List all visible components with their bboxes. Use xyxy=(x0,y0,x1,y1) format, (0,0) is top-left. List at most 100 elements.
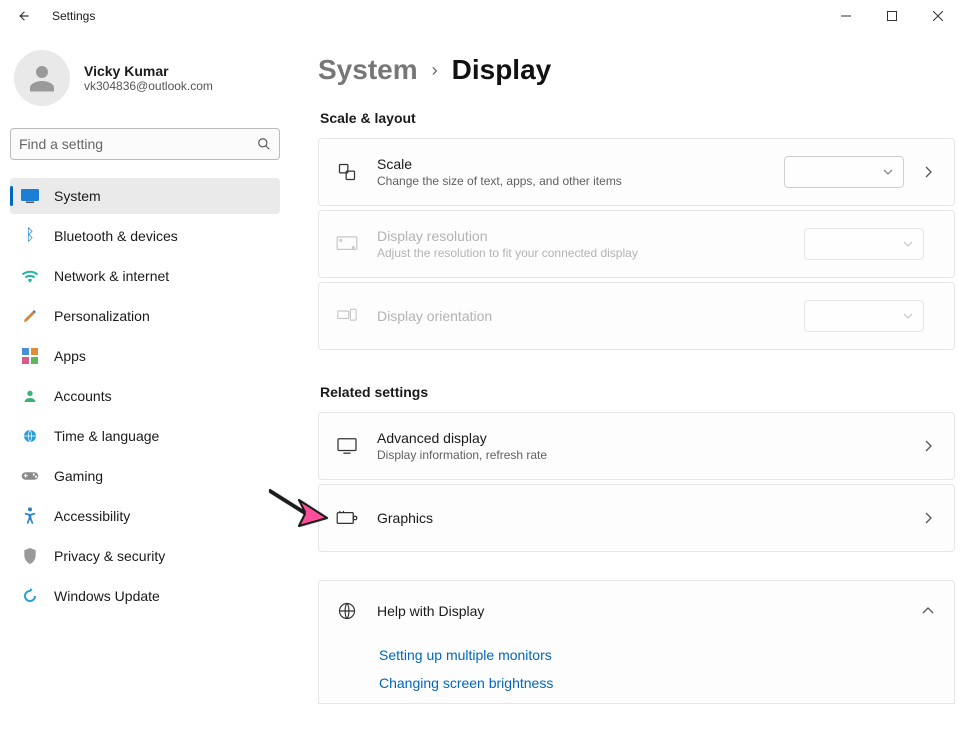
arrow-left-icon xyxy=(17,9,31,23)
sidebar-item-label: Accessibility xyxy=(54,508,130,524)
advanced-display-row[interactable]: Advanced display Display information, re… xyxy=(318,412,955,480)
breadcrumb: System › Display xyxy=(318,54,955,86)
scale-row[interactable]: Scale Change the size of text, apps, and… xyxy=(318,138,955,206)
help-header[interactable]: Help with Display xyxy=(319,581,954,641)
orientation-dropdown xyxy=(804,300,924,332)
search-box[interactable] xyxy=(10,128,280,160)
shield-icon xyxy=(20,546,40,566)
section-heading-related: Related settings xyxy=(320,384,955,400)
chevron-up-icon xyxy=(922,607,934,615)
monitor-icon xyxy=(335,434,359,458)
sidebar-item-label: Windows Update xyxy=(54,588,160,604)
advanced-display-chevron[interactable] xyxy=(918,440,938,452)
chevron-down-icon xyxy=(883,169,893,175)
sidebar-item-windows-update[interactable]: Windows Update xyxy=(10,578,280,614)
update-icon xyxy=(20,586,40,606)
page-title: Display xyxy=(452,54,552,86)
globe-icon xyxy=(20,426,40,446)
sidebar-item-label: Bluetooth & devices xyxy=(54,228,178,244)
user-email: vk304836@outlook.com xyxy=(84,79,213,93)
apps-icon xyxy=(20,346,40,366)
sidebar-item-label: Network & internet xyxy=(54,268,169,284)
sidebar-item-gaming[interactable]: Gaming xyxy=(10,458,280,494)
card-title: Display resolution xyxy=(377,228,804,244)
orientation-icon xyxy=(335,304,359,328)
card-sub: Change the size of text, apps, and other… xyxy=(377,174,784,188)
sidebar-item-label: Gaming xyxy=(54,468,103,484)
chevron-down-icon xyxy=(903,241,913,247)
help-link-monitors[interactable]: Setting up multiple monitors xyxy=(319,641,954,669)
card-title: Scale xyxy=(377,156,784,172)
avatar xyxy=(14,50,70,106)
card-title: Display orientation xyxy=(377,308,804,324)
chevron-right-icon: › xyxy=(432,60,438,81)
minimize-icon xyxy=(841,11,851,21)
maximize-icon xyxy=(887,11,897,21)
back-button[interactable] xyxy=(8,0,40,32)
sidebar-item-system[interactable]: System xyxy=(10,178,280,214)
chevron-right-icon xyxy=(924,512,932,524)
resolution-row: Display resolution Adjust the resolution… xyxy=(318,210,955,278)
help-collapse[interactable] xyxy=(918,607,938,615)
window-controls xyxy=(823,0,961,32)
sidebar-item-bluetooth[interactable]: ᛒ Bluetooth & devices xyxy=(10,218,280,254)
card-sub: Display information, refresh rate xyxy=(377,448,918,462)
section-heading-scale: Scale & layout xyxy=(320,110,955,126)
titlebar: Settings xyxy=(0,0,969,32)
orientation-row: Display orientation xyxy=(318,282,955,350)
sidebar-item-label: Time & language xyxy=(54,428,159,444)
sidebar-item-accounts[interactable]: Accounts xyxy=(10,378,280,414)
nav-list: System ᛒ Bluetooth & devices Network & i… xyxy=(10,178,280,614)
help-link-brightness[interactable]: Changing screen brightness xyxy=(319,669,954,697)
search-icon xyxy=(257,137,271,151)
sidebar-item-apps[interactable]: Apps xyxy=(10,338,280,374)
resolution-icon xyxy=(335,232,359,256)
sidebar-item-label: Personalization xyxy=(54,308,150,324)
help-card: Help with Display Setting up multiple mo… xyxy=(318,580,955,704)
resolution-dropdown xyxy=(804,228,924,260)
scale-expand[interactable] xyxy=(918,166,938,178)
sidebar-item-network[interactable]: Network & internet xyxy=(10,258,280,294)
system-icon xyxy=(20,186,40,206)
graphics-chevron[interactable] xyxy=(918,512,938,524)
gaming-icon xyxy=(20,466,40,486)
content-pane: System › Display Scale & layout Scale Ch… xyxy=(290,32,969,730)
search-input[interactable] xyxy=(19,136,257,152)
wifi-icon xyxy=(20,266,40,286)
user-name: Vicky Kumar xyxy=(84,63,213,79)
help-globe-icon xyxy=(335,599,359,623)
graphics-row[interactable]: Graphics xyxy=(318,484,955,552)
sidebar-item-time-language[interactable]: Time & language xyxy=(10,418,280,454)
accessibility-icon xyxy=(20,506,40,526)
breadcrumb-parent[interactable]: System xyxy=(318,54,418,86)
window-title: Settings xyxy=(52,9,95,23)
close-icon xyxy=(933,11,943,21)
chevron-right-icon xyxy=(924,440,932,452)
card-title: Graphics xyxy=(377,510,918,526)
accounts-icon xyxy=(20,386,40,406)
help-links: Setting up multiple monitors Changing sc… xyxy=(319,641,954,703)
sidebar-item-personalization[interactable]: Personalization xyxy=(10,298,280,334)
user-block[interactable]: Vicky Kumar vk304836@outlook.com xyxy=(10,40,280,124)
person-icon xyxy=(24,60,60,96)
sidebar-item-label: System xyxy=(54,188,101,204)
chevron-right-icon xyxy=(924,166,932,178)
sidebar-item-label: Privacy & security xyxy=(54,548,165,564)
sidebar-item-privacy[interactable]: Privacy & security xyxy=(10,538,280,574)
paintbrush-icon xyxy=(20,306,40,326)
bluetooth-icon: ᛒ xyxy=(20,226,40,246)
sidebar: Vicky Kumar vk304836@outlook.com System … xyxy=(0,32,290,730)
graphics-icon xyxy=(335,506,359,530)
scale-icon xyxy=(335,160,359,184)
sidebar-item-accessibility[interactable]: Accessibility xyxy=(10,498,280,534)
card-sub: Adjust the resolution to fit your connec… xyxy=(377,246,804,260)
card-title: Help with Display xyxy=(377,603,918,619)
scale-dropdown[interactable] xyxy=(784,156,904,188)
chevron-down-icon xyxy=(903,313,913,319)
sidebar-item-label: Accounts xyxy=(54,388,112,404)
minimize-button[interactable] xyxy=(823,0,869,32)
close-button[interactable] xyxy=(915,0,961,32)
card-title: Advanced display xyxy=(377,430,918,446)
maximize-button[interactable] xyxy=(869,0,915,32)
sidebar-item-label: Apps xyxy=(54,348,86,364)
